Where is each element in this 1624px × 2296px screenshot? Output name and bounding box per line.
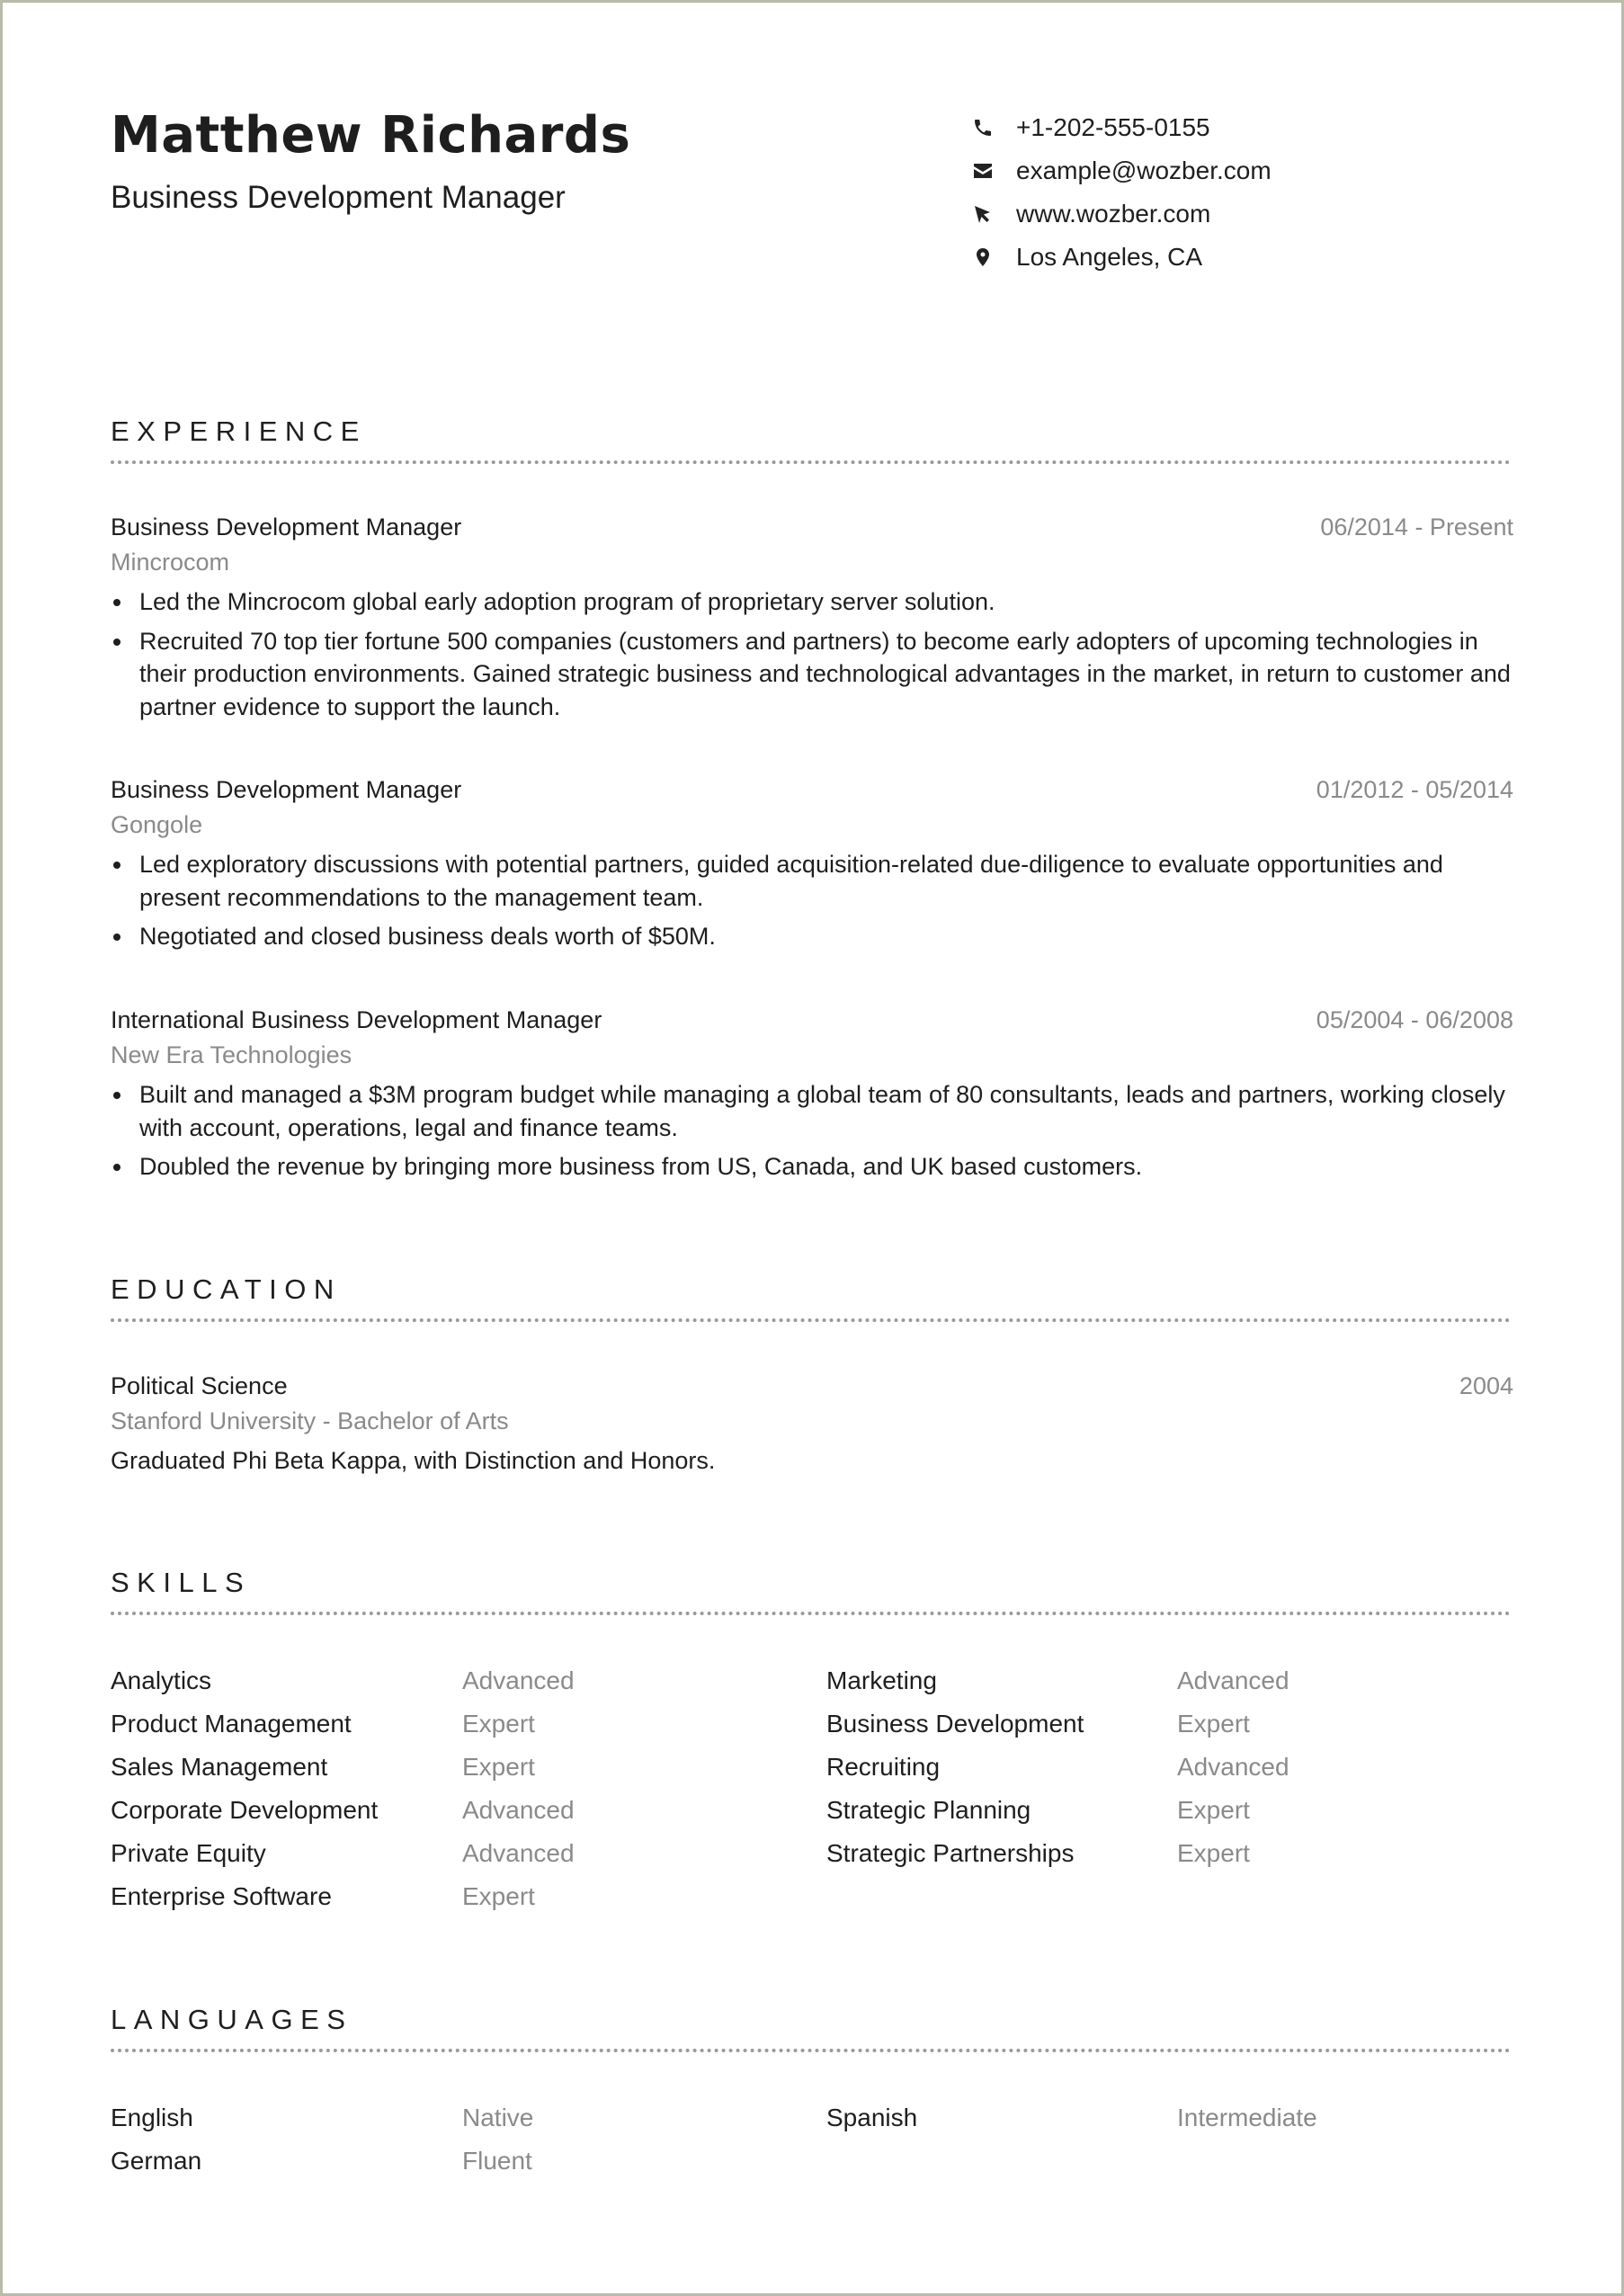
experience-heading: EXPERIENCE [111,415,367,447]
skill-name: Product Management [111,1710,352,1738]
school-name: Stanford University - Bachelor of Arts [111,1407,509,1434]
contact-phone-text[interactable]: +1-202-555-0155 [1016,113,1210,142]
graduation-year: 2004 [1459,1372,1513,1399]
job-bullets: Led exploratory discussions with potenti… [111,848,1513,953]
languages-row: English Native Spanish Intermediate [111,2102,1513,2145]
skill-level: Advanced [462,1666,575,1694]
skill-level: Advanced [462,1839,575,1867]
skills-row: Private Equity Advanced Strategic Partne… [111,1837,1513,1881]
contact-website: www.wozber.com [972,192,1272,236]
languages-row: German Fluent [111,2145,1513,2188]
language-level: Fluent [462,2147,532,2175]
languages-heading: LANGUAGES [111,2004,353,2035]
contact-email-text[interactable]: example@wozber.com [1016,156,1272,185]
experience-entry: International Business Development Manag… [111,1006,1513,1190]
languages-grid: English Native Spanish Intermediate Germ… [111,2102,1513,2188]
education-description: Graduated Phi Beta Kappa, with Distincti… [111,1447,716,1474]
job-dates: 01/2012 - 05/2014 [1316,776,1513,803]
education-entry: Political Science 2004 Stanford Universi… [111,1372,1513,1477]
phone-icon [972,117,994,138]
skill-name: Strategic Partnerships [826,1839,1075,1867]
map-pin-icon [972,246,994,268]
skill-level: Advanced [1177,1753,1289,1781]
job-company: Gongole [111,811,203,838]
contact-email: example@wozber.com [972,149,1272,192]
education-heading: EDUCATION [111,1273,342,1305]
job-bullet: Negotiated and closed business deals wor… [111,920,1515,953]
skills-row: Corporate Development Advanced Strategic… [111,1794,1513,1837]
experience-entry: Business Development Manager 01/2012 - 0… [111,776,1513,960]
skill-name: Recruiting [826,1753,941,1781]
job-dates: 06/2014 - Present [1320,514,1513,540]
skill-name: Sales Management [111,1753,328,1781]
skills-divider [111,1612,1511,1615]
language-name: German [111,2147,202,2175]
skill-level: Advanced [462,1796,575,1824]
job-bullet: Doubled the revenue by bringing more bus… [111,1150,1515,1184]
education-divider [111,1318,1511,1322]
skill-level: Expert [1177,1796,1250,1824]
language-name: Spanish [826,2104,918,2131]
candidate-name: Matthew Richards [111,106,631,165]
skill-name: Corporate Development [111,1796,379,1824]
skill-name: Enterprise Software [111,1882,332,1910]
contact-list: +1-202-555-0155 example@wozber.com www.w… [972,106,1272,279]
degree-title: Political Science [111,1372,288,1399]
cursor-icon [972,203,994,225]
skills-row: Sales Management Expert Recruiting Advan… [111,1751,1513,1794]
skills-row: Analytics Advanced Marketing Advanced [111,1665,1513,1708]
job-bullets: Built and managed a $3M program budget w… [111,1078,1513,1184]
skill-name: Private Equity [111,1839,266,1867]
skill-name: Strategic Planning [826,1796,1031,1824]
skills-row: Product Management Expert Business Devel… [111,1708,1513,1751]
skill-level: Expert [462,1882,535,1910]
job-bullet: Led exploratory discussions with potenti… [111,848,1515,914]
skills-grid: Analytics Advanced Marketing Advanced Pr… [111,1665,1513,1924]
contact-location-text: Los Angeles, CA [1016,243,1203,271]
candidate-title: Business Development Manager [111,180,566,215]
job-bullets: Led the Mincrocom global early adoption … [111,585,1513,723]
skill-level: Expert [462,1753,535,1781]
language-level: Intermediate [1177,2104,1317,2131]
skills-row: Enterprise Software Expert [111,1881,1513,1924]
contact-location: Los Angeles, CA [972,236,1272,279]
job-bullet: Led the Mincrocom global early adoption … [111,585,1515,619]
job-company: Mincrocom [111,549,230,576]
job-bullet: Recruited 70 top tier fortune 500 compan… [111,625,1515,724]
experience-divider [111,460,1511,464]
experience-entry: Business Development Manager 06/2014 - P… [111,514,1513,729]
language-name: English [111,2104,193,2131]
language-level: Native [462,2104,534,2131]
skill-name: Marketing [826,1666,937,1694]
job-title: International Business Development Manag… [111,1006,602,1033]
skill-level: Expert [462,1710,535,1738]
languages-divider [111,2049,1511,2052]
skill-level: Expert [1177,1710,1250,1738]
job-company: New Era Technologies [111,1041,352,1068]
job-dates: 05/2004 - 06/2008 [1316,1006,1513,1033]
skill-level: Expert [1177,1839,1250,1867]
skill-name: Business Development [826,1710,1084,1738]
contact-website-text[interactable]: www.wozber.com [1016,200,1210,228]
contact-phone: +1-202-555-0155 [972,106,1272,149]
envelope-icon [972,160,994,182]
skill-name: Analytics [111,1666,212,1694]
skill-level: Advanced [1177,1666,1289,1694]
job-title: Business Development Manager [111,514,462,540]
skills-heading: SKILLS [111,1567,252,1598]
job-bullet: Built and managed a $3M program budget w… [111,1078,1515,1144]
job-title: Business Development Manager [111,776,462,803]
